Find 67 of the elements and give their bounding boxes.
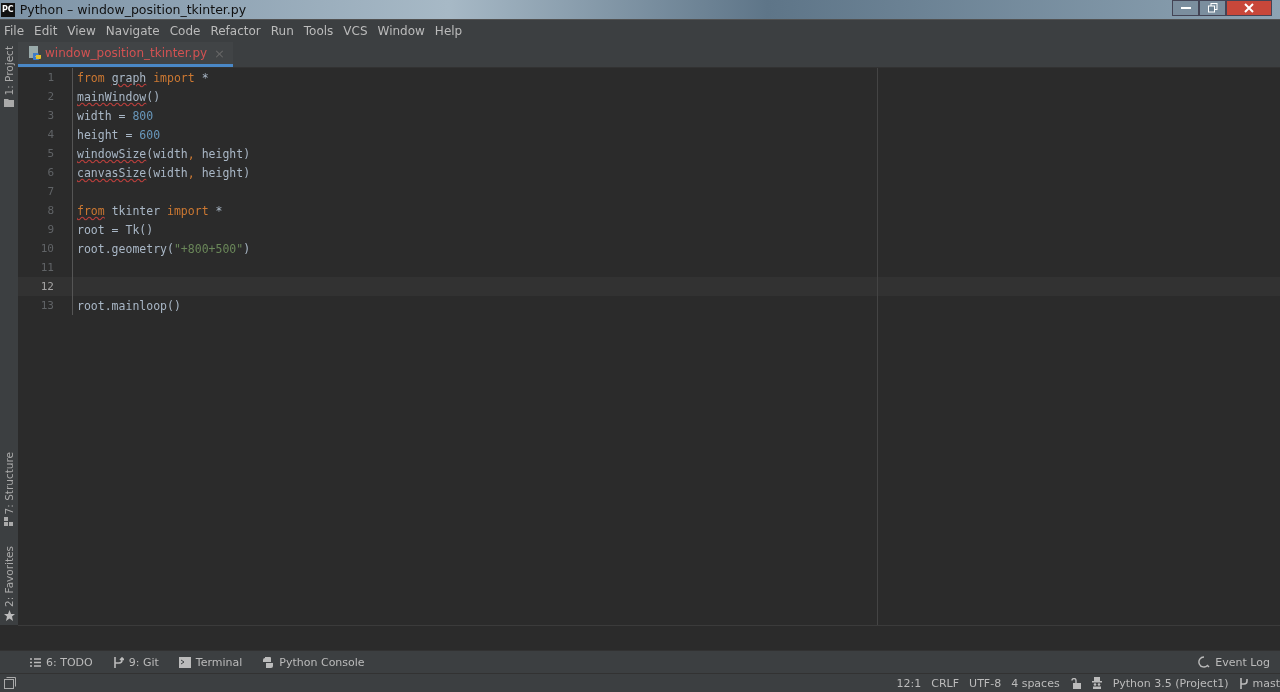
line-number: 12 [18, 277, 73, 296]
close-icon [1244, 3, 1254, 13]
line-number: 9 [18, 220, 73, 239]
branch-icon [1238, 677, 1249, 689]
code-line: from tkinter import * [76, 203, 223, 218]
tool-window-button[interactable]: 9: Git [112, 655, 159, 669]
line-separator[interactable]: CRLF [931, 676, 960, 690]
maximize-button[interactable] [1199, 0, 1226, 16]
inspector-icon[interactable] [1090, 677, 1103, 689]
code-line: root.mainloop() [76, 298, 181, 313]
menu-item[interactable]: Window [377, 24, 425, 38]
line-number: 4 [18, 125, 73, 144]
indent-setting[interactable]: 4 spaces [1011, 676, 1060, 690]
code-line: windowSize(width, height) [76, 146, 251, 161]
tool-window-button[interactable]: 2: Favorites [0, 546, 18, 621]
tool-window-button[interactable]: Python Console [262, 655, 365, 669]
line-number: 7 [18, 182, 73, 201]
python-icon [262, 656, 275, 668]
list-icon [30, 657, 41, 667]
git-branch[interactable]: mast [1238, 676, 1280, 690]
line-number: 1 [18, 68, 73, 87]
menu-item[interactable]: Tools [303, 24, 334, 38]
minimize-button[interactable] [1172, 0, 1199, 16]
structure-icon [4, 517, 14, 526]
menu-item[interactable]: View [67, 24, 96, 38]
terminal-icon [178, 656, 191, 668]
window-title: Python – window_position_tkinter.py [19, 2, 248, 17]
code-line: canvasSize(width, height) [76, 165, 251, 180]
tool-window-button[interactable]: Terminal [178, 655, 243, 669]
close-button[interactable] [1226, 0, 1272, 16]
line-number: 10 [18, 239, 73, 258]
app-logo-icon: PC [1, 2, 15, 17]
menu-item[interactable]: Navigate [105, 24, 160, 38]
tool-window-button[interactable]: 1: Project [0, 42, 18, 108]
code-line: mainWindow() [76, 89, 161, 104]
line-number: 13 [18, 296, 73, 315]
line-number: 6 [18, 163, 73, 182]
folder-icon [4, 98, 14, 108]
restore-icon [1207, 3, 1218, 13]
caret-position[interactable]: 12:1 [896, 676, 922, 690]
menu-item[interactable]: Refactor [210, 24, 261, 38]
tool-windows-icon[interactable] [4, 677, 16, 689]
code-line: from graph import * [76, 70, 209, 85]
code-line: width = 800 [76, 108, 154, 123]
line-number: 2 [18, 87, 73, 106]
menu-item[interactable]: Run [270, 24, 294, 38]
line-number: 5 [18, 144, 73, 163]
tool-window-button[interactable]: 7: Structure [0, 451, 18, 526]
menu-item[interactable]: File [4, 24, 25, 38]
interpreter-selector[interactable]: Python 3.5 (Project1) [1112, 676, 1229, 690]
unlock-icon[interactable] [1069, 677, 1081, 689]
code-line: root.geometry("+800+500") [76, 241, 251, 256]
minimize-icon [1180, 6, 1191, 10]
menu-item[interactable]: Help [434, 24, 463, 38]
line-number: 8 [18, 201, 73, 220]
menu-item[interactable]: VCS [343, 24, 368, 38]
branch-icon [112, 656, 124, 668]
menu-item[interactable]: Code [169, 24, 201, 38]
tool-window-button[interactable]: 6: TODO [30, 655, 93, 669]
code-line: height = 600 [76, 127, 161, 142]
line-number: 3 [18, 106, 73, 125]
python-file-icon [28, 46, 42, 60]
menu-item[interactable]: Edit [34, 24, 58, 38]
star-icon [3, 610, 15, 621]
code-line: root = Tk() [76, 222, 154, 237]
file-encoding[interactable]: UTF-8 [969, 676, 1002, 690]
event-log-button[interactable]: Event Log [1198, 655, 1270, 669]
